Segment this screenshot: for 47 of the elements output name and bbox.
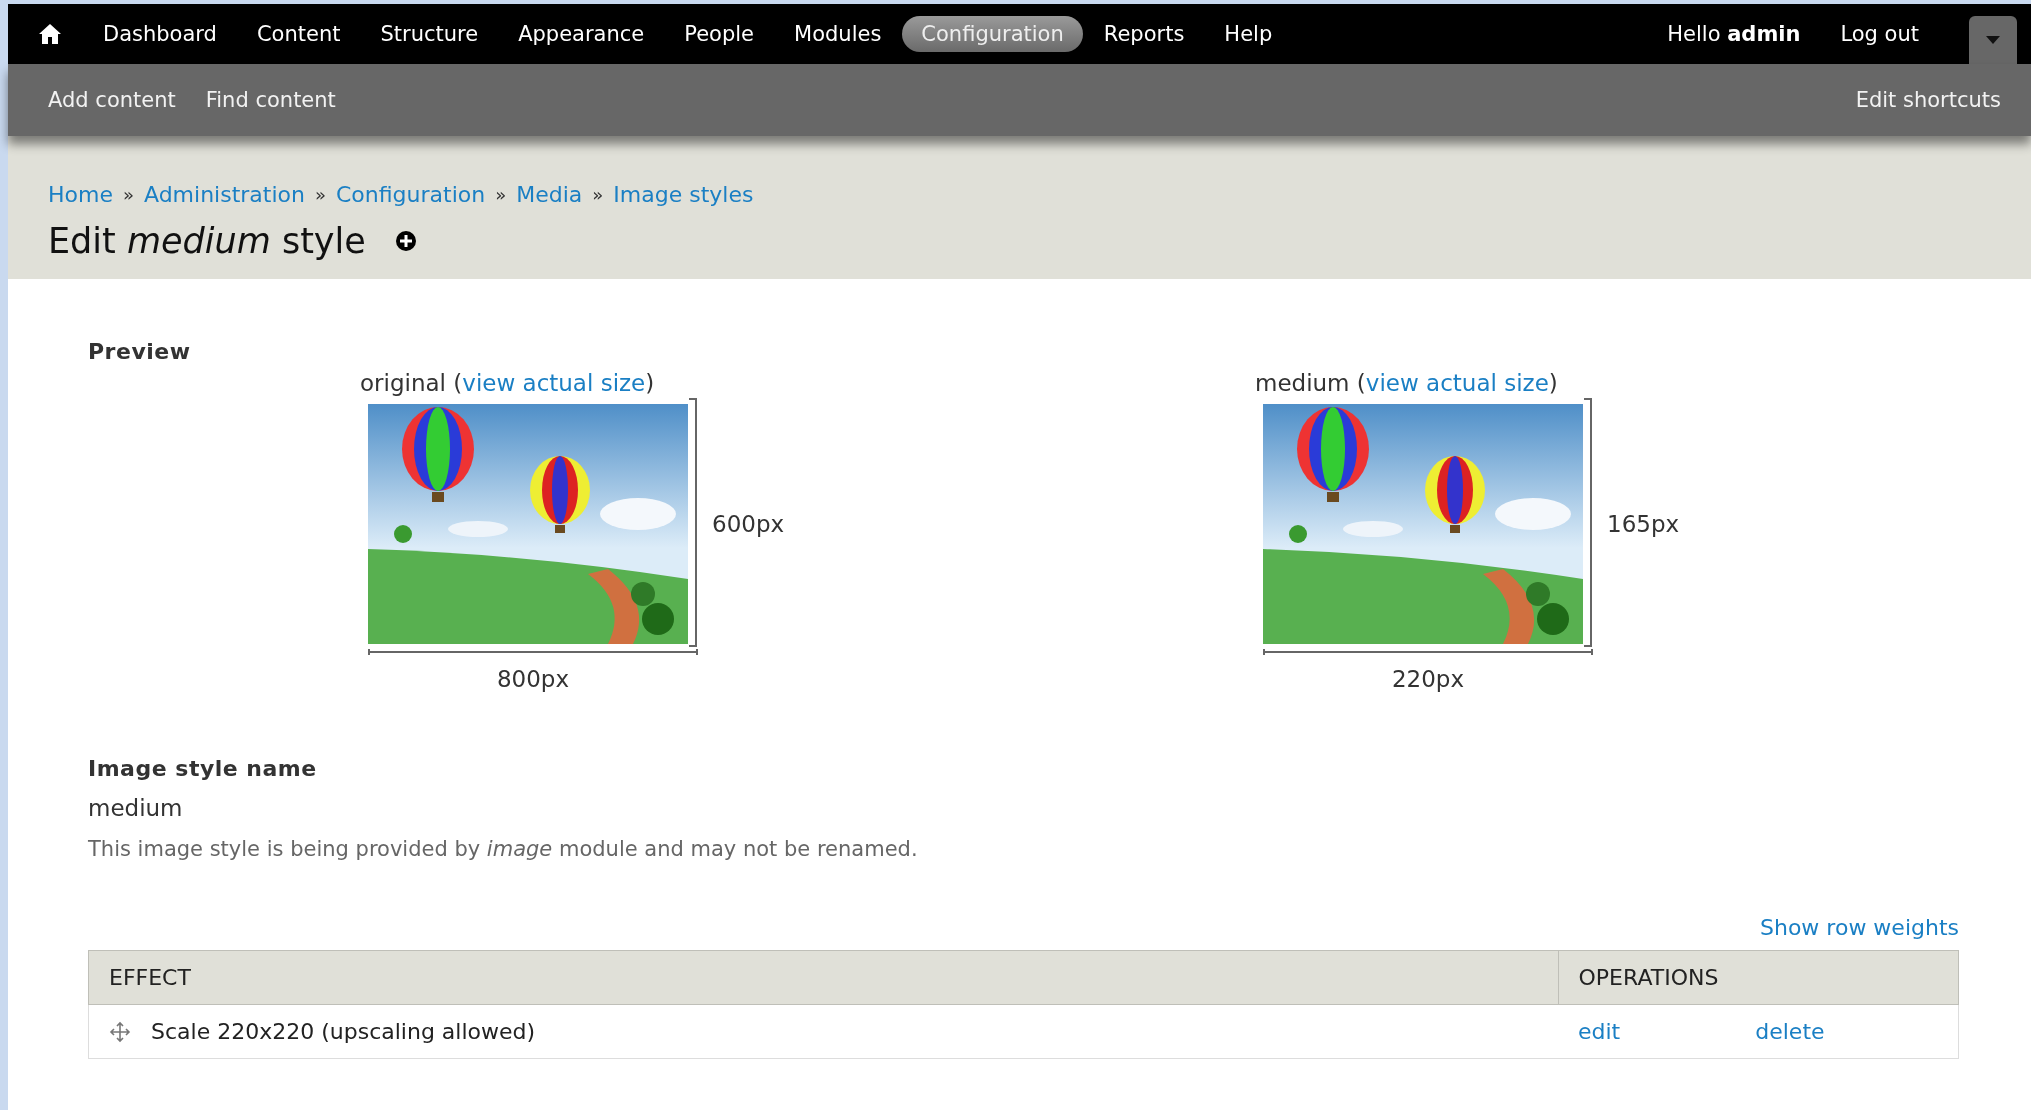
menu-item[interactable]: Appearance — [499, 16, 664, 52]
width-label: 800px — [495, 666, 571, 692]
field-label: Image style name — [88, 756, 318, 781]
preview-heading: Preview — [88, 339, 192, 364]
breadcrumb-separator: » — [592, 184, 604, 205]
breadcrumb-link[interactable]: Administration — [144, 182, 305, 207]
edit-shortcuts-link[interactable]: Edit shortcuts — [1855, 88, 2001, 112]
greeting: Hello admin — [1667, 22, 1801, 46]
home-icon[interactable] — [38, 23, 62, 45]
breadcrumb-separator: » — [122, 184, 134, 205]
effect-text: Scale 220x220 (upscaling allowed) — [151, 1019, 536, 1044]
shortcut-link[interactable]: Find content — [205, 88, 336, 112]
height-label: 165px — [1607, 511, 1680, 537]
preview-caption: original (view actual size) — [360, 370, 656, 396]
logout-link[interactable]: Log out — [1840, 22, 1919, 46]
view-actual-size-link[interactable]: view actual size — [1365, 370, 1549, 396]
menu-item[interactable]: Configuration — [902, 16, 1083, 52]
view-actual-size-link[interactable]: view actual size — [462, 370, 646, 396]
menu-item[interactable]: Help — [1205, 16, 1292, 52]
drag-handle-icon[interactable] — [109, 1020, 131, 1043]
breadcrumb-link[interactable]: Configuration — [336, 182, 486, 207]
field-value: medium — [88, 795, 184, 821]
menu-item[interactable]: Modules — [775, 16, 901, 52]
column-header: EFFECT — [88, 950, 1558, 1005]
caret-icon — [1986, 36, 2000, 44]
field-description: This image style is being provided by image module and may not be renamed. — [88, 837, 919, 861]
column-header: OPERATIONS — [1558, 950, 1959, 1005]
breadcrumb-separator: » — [314, 184, 326, 205]
shortcut-link[interactable]: Add content — [48, 88, 176, 112]
preview-caption: medium (view actual size) — [1255, 370, 1559, 396]
add-shortcut-icon[interactable] — [395, 231, 416, 251]
show-row-weights-link[interactable]: Show row weights — [1760, 915, 1959, 940]
operation-link[interactable]: delete — [1755, 1019, 1825, 1044]
page-title: Edit medium style — [48, 221, 366, 261]
menu-item[interactable]: Dashboard — [84, 16, 236, 52]
operation-link[interactable]: edit — [1578, 1019, 1621, 1044]
menu-item[interactable]: People — [665, 16, 774, 52]
breadcrumb-separator: » — [495, 184, 507, 205]
menu-item[interactable]: Reports — [1084, 16, 1204, 52]
breadcrumb-link[interactable]: Media — [516, 182, 583, 207]
breadcrumb-link[interactable]: Home — [48, 182, 113, 207]
shortcuts-toggle[interactable] — [1969, 16, 2017, 64]
menu-item[interactable]: Content — [237, 16, 360, 52]
width-label: 220px — [1390, 666, 1466, 692]
height-label: 600px — [712, 511, 785, 537]
menu-item[interactable]: Structure — [361, 16, 498, 52]
breadcrumb-link[interactable]: Image styles — [613, 182, 754, 207]
